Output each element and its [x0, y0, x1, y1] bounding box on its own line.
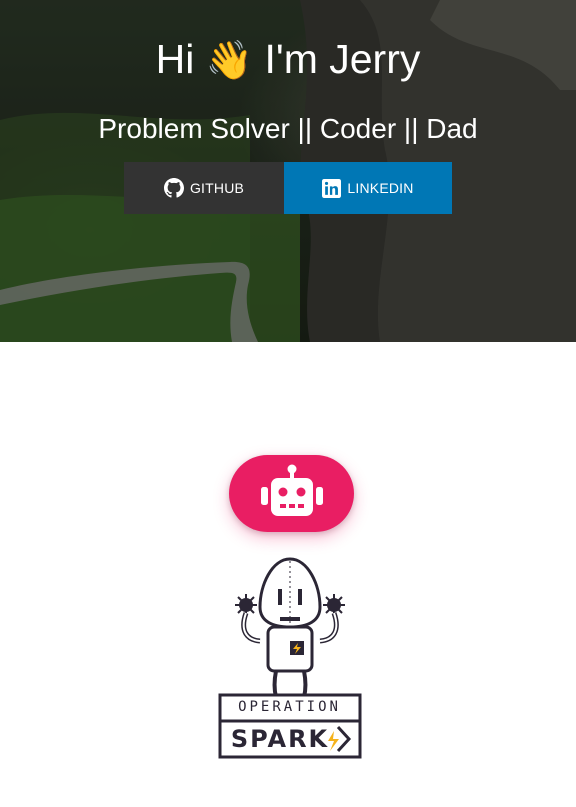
wave-icon: 👋	[205, 40, 254, 82]
logo-line-operation: OPERATION	[238, 699, 341, 715]
operation-spark-logo: OPERATION SPARK	[218, 555, 363, 766]
social-buttons: GITHUB LINKEDIN	[124, 162, 452, 214]
robot-icon	[259, 463, 325, 524]
github-label: GITHUB	[189, 180, 245, 196]
github-icon	[163, 178, 184, 198]
linkedin-label: LINKEDIN	[347, 180, 414, 196]
hero-greeting: Hi	[155, 36, 195, 82]
linkedin-icon	[322, 178, 342, 198]
hero-title: Hi 👋 I'm Jerry	[0, 34, 576, 86]
linkedin-button[interactable]: LINKEDIN	[284, 162, 452, 214]
hero-subtitle: Problem Solver || Coder || Dad	[98, 113, 478, 144]
robot-button[interactable]	[229, 455, 354, 532]
github-button[interactable]: GITHUB	[124, 162, 284, 214]
hero-name: I'm Jerry	[264, 36, 421, 82]
hero-banner: Hi 👋 I'm Jerry Problem Solver || Coder |…	[0, 0, 576, 342]
logo-line-spark: SPARK	[230, 725, 330, 753]
